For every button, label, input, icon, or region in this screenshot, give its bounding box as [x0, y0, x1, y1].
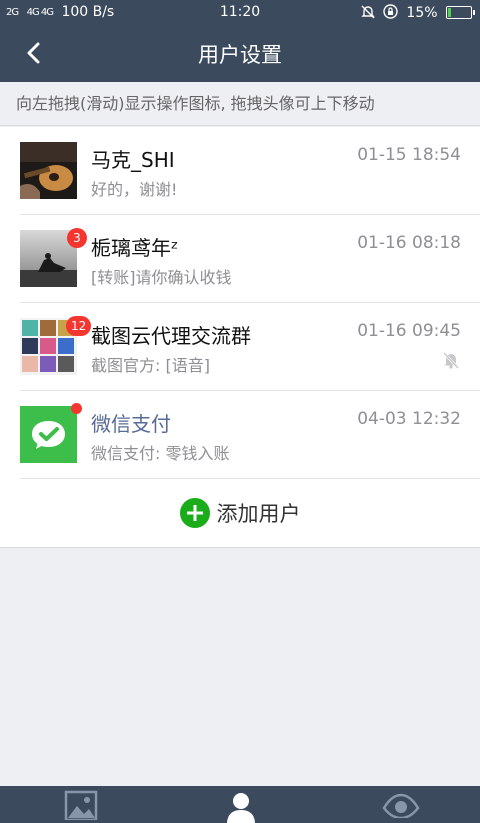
person-icon[interactable]	[223, 790, 259, 823]
user-name: 微信支付	[91, 412, 171, 436]
battery-fill	[448, 8, 451, 17]
battery-icon	[446, 6, 475, 19]
avatar-guitar[interactable]	[20, 142, 77, 199]
page-title: 用户设置	[198, 43, 282, 67]
user-list: 马克_SHI 好的，谢谢! 01-15 18:54 3 栀璃鸢年ᶻ [转账]请你…	[0, 127, 480, 548]
last-message: 好的，谢谢!	[91, 180, 178, 199]
status-right: 15%	[360, 4, 475, 21]
user-name: 截图云代理交流群	[91, 324, 251, 348]
user-row-group[interactable]: 12 截图云代理交流群 截图官方: [语音] 01-16 09:45	[0, 303, 480, 391]
navigation-bar: 用户设置	[0, 24, 480, 82]
last-message: 微信支付: 零钱入账	[91, 444, 230, 463]
message-time: 01-15 18:54	[357, 145, 461, 165]
status-bar: 2G 4G 4G 100 B/s 11:20 15%	[0, 0, 480, 24]
user-row-wechat-pay[interactable]: 微信支付 微信支付: 零钱入账 04-03 12:32	[0, 391, 480, 479]
user-name: 马克_SHI	[91, 148, 175, 172]
unread-badge: 3	[67, 228, 87, 248]
drag-hint: 向左拖拽(滑动)显示操作图标, 拖拽头像可上下移动	[0, 82, 480, 126]
unread-badge: 12	[66, 316, 92, 336]
add-user-button[interactable]: 添加用户	[0, 479, 480, 548]
message-time: 04-03 12:32	[357, 409, 461, 429]
message-time: 01-16 08:18	[357, 233, 461, 253]
user-row-mark-shi[interactable]: 马克_SHI 好的，谢谢! 01-15 18:54	[0, 127, 480, 215]
alarm-off-icon	[360, 5, 375, 19]
bottom-tab-bar	[0, 786, 480, 823]
user-name: 栀璃鸢年ᶻ	[91, 236, 179, 260]
unread-dot	[71, 403, 82, 414]
eye-icon[interactable]	[382, 790, 420, 818]
last-message: [转账]请你确认收钱	[91, 268, 232, 287]
add-user-label: 添加用户	[216, 502, 301, 526]
lock-rotation-icon	[383, 4, 398, 19]
image-icon[interactable]	[64, 790, 98, 820]
avatar-wechat-pay[interactable]	[20, 406, 77, 463]
add-user-content: 添加用户	[0, 498, 480, 528]
last-message: 截图官方: [语音]	[91, 356, 210, 375]
battery-percent: 15%	[406, 5, 438, 21]
plus-circle-icon	[179, 498, 210, 528]
mute-bell-icon	[443, 352, 459, 369]
message-time: 01-16 09:45	[357, 321, 461, 341]
user-row-zhiliyuannian[interactable]: 3 栀璃鸢年ᶻ [转账]请你确认收钱 01-16 08:18	[0, 215, 480, 303]
